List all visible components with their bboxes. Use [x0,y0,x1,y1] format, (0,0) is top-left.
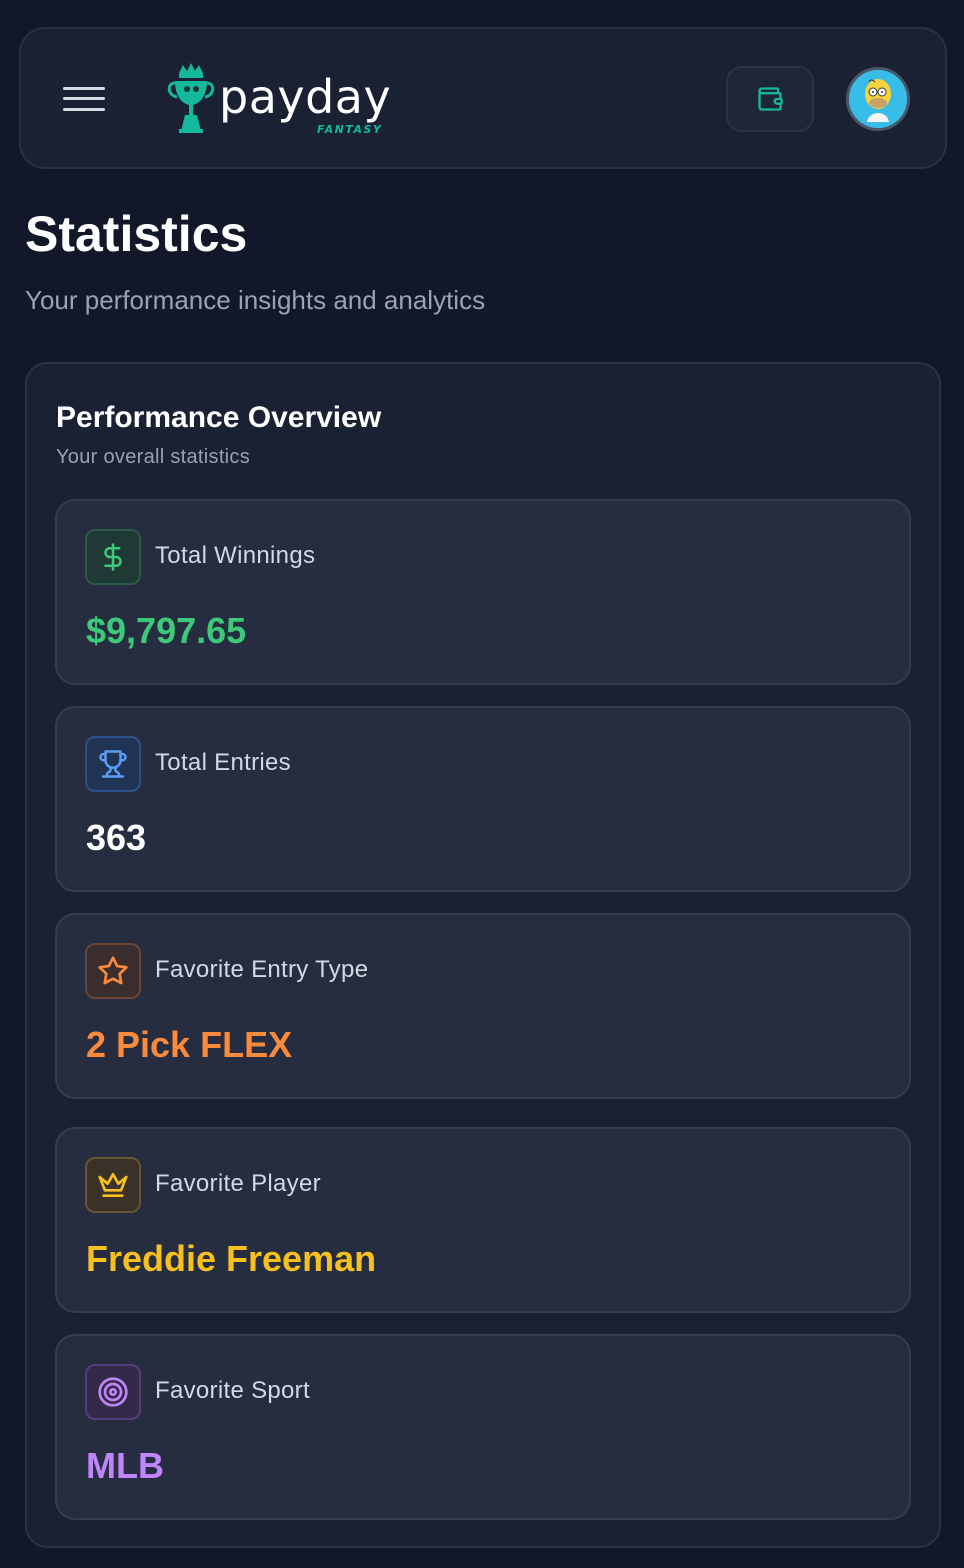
stat-value: $9,797.65 [86,610,247,651]
avatar-image [849,70,907,128]
panel-subtitle: Your overall statistics [56,446,251,468]
stat-value: 2 Pick FLEX [86,1024,293,1065]
stat-label: Total Entries [155,749,291,776]
performance-overview-panel: Performance Overview Your overall statis… [25,362,941,1548]
star-icon [85,943,141,999]
top-header: payday FANTASY [19,27,947,169]
target-icon [85,1364,141,1420]
stat-value: 363 [86,817,147,858]
stat-value: Freddie Freeman [86,1238,377,1279]
wallet-icon [758,87,783,111]
brand-tagline: FANTASY [317,123,383,136]
dollar-icon [85,529,141,585]
brand-name: payday [219,70,392,124]
trophy-mascot-icon [167,63,215,133]
stat-label: Favorite Sport [155,1377,310,1404]
page-subtitle: Your performance insights and analytics [25,285,486,315]
wallet-button[interactable] [726,66,814,132]
stat-label: Total Winnings [155,542,316,569]
stat-label: Favorite Player [155,1170,321,1197]
crown-icon [85,1157,141,1213]
trophy-icon [85,736,141,792]
page-title: Statistics [25,206,248,262]
stat-card-favorite-player: Favorite Player Freddie Freeman [55,1127,911,1313]
stat-label: Favorite Entry Type [155,956,369,983]
user-avatar[interactable] [846,67,910,131]
stat-value: MLB [86,1445,164,1486]
hamburger-menu-icon[interactable] [63,85,105,113]
panel-title: Performance Overview [56,401,382,434]
stat-card-total-entries: Total Entries 363 [55,706,911,892]
stat-card-favorite-sport: Favorite Sport MLB [55,1334,911,1520]
stat-card-total-winnings: Total Winnings $9,797.65 [55,499,911,685]
payday-fantasy-logo[interactable]: payday FANTASY [163,61,413,139]
stat-card-favorite-entry-type: Favorite Entry Type 2 Pick FLEX [55,913,911,1099]
